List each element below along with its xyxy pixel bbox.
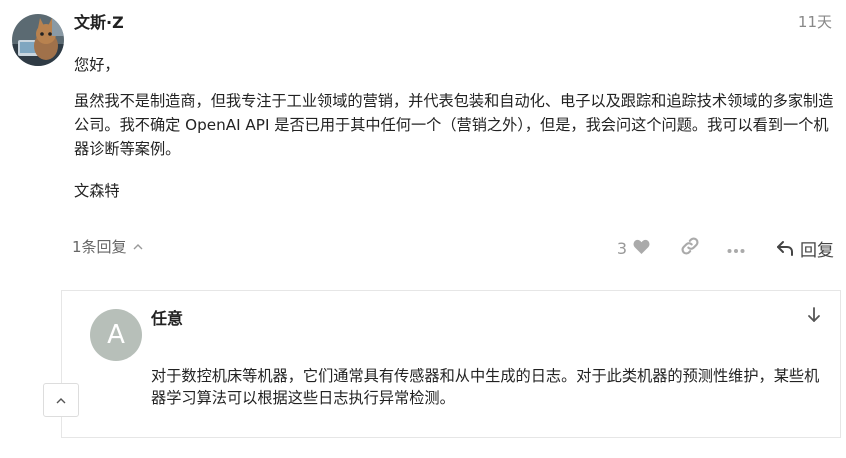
chevron-up-icon: [133, 240, 143, 253]
jump-to-reply-button[interactable]: [804, 305, 824, 325]
reply-avatar[interactable]: A: [90, 309, 142, 361]
more-options-button[interactable]: [722, 234, 750, 262]
post-actions: 3 回复: [617, 234, 834, 262]
arrow-down-icon: [808, 307, 820, 322]
ellipsis-icon: [727, 239, 745, 258]
collapse-button[interactable]: [43, 383, 79, 417]
avatar[interactable]: [12, 14, 64, 66]
reply-author[interactable]: 任意: [151, 305, 183, 329]
post-body: 您好， 虽然我不是制造商，但我专注于工业领域的营销，并代表包装和自动化、电子以及…: [74, 53, 836, 215]
replies-count-label: 1条回复: [72, 238, 127, 256]
post-date[interactable]: 11天: [798, 11, 832, 32]
reply-button[interactable]: 回复: [776, 236, 834, 261]
like-button[interactable]: 3: [617, 239, 650, 258]
embedded-reply: A 任意 对于数控机床等机器，它们通常具有传感器和从中生成的日志。对于此类机器的…: [61, 290, 841, 438]
share-link-button[interactable]: [676, 234, 704, 262]
post-author[interactable]: 文斯·Z: [74, 9, 124, 33]
like-count: 3: [616, 238, 627, 258]
post-paragraph: 您好，: [74, 56, 120, 74]
post-paragraph: 虽然我不是制造商，但我专注于工业领域的营销，并代表包装和自动化、电子以及跟踪和追…: [74, 92, 834, 158]
chevron-up-icon: [56, 397, 66, 403]
reply-body: 对于数控机床等机器，它们通常具有传感器和从中生成的日志。对于此类机器的预测性维护…: [151, 367, 820, 407]
replies-toggle[interactable]: 1条回复: [72, 236, 143, 257]
reply-label: 回复: [800, 240, 834, 261]
link-icon: [680, 236, 700, 260]
post-paragraph: 文森特: [74, 182, 120, 200]
heart-icon: [633, 239, 650, 258]
cat-avatar-image: [12, 14, 64, 66]
reply-arrow-icon: [777, 241, 793, 256]
